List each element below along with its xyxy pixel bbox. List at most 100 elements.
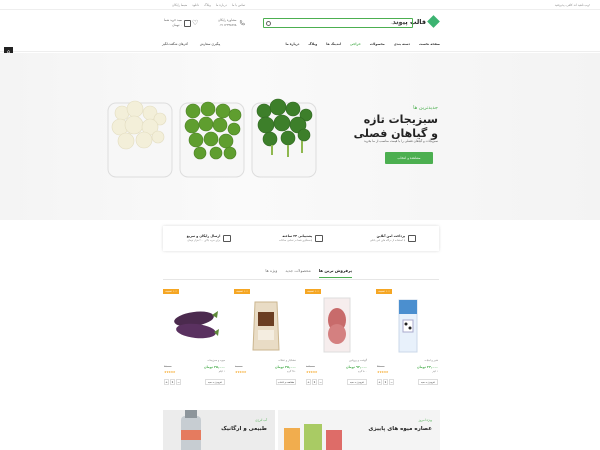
feature-subtitle: با استفاده از درگاه های امن بانکی xyxy=(369,239,406,242)
banner-title: طبیعی و ارگانیک xyxy=(221,426,267,432)
banner-title: عصاره میوه های پاییزی xyxy=(368,426,432,432)
product-price: ۴۵,۰۰۰ تومان xyxy=(274,365,296,369)
tab-bestsellers[interactable]: پرفروش ترین ها xyxy=(318,268,352,278)
support-info: مشاوره رایگان ۰۲۱۱۲۳۴۵۶۷۸ xyxy=(218,18,245,28)
welcome-text: وب ناهید اند کافی، پذیرفتید! xyxy=(554,3,590,7)
minus-icon[interactable]: − xyxy=(176,379,181,385)
product-card[interactable]: ۱۰٪ تخفیف خشکبار و تنقلات ۴۵,۰۰۰ تومان ۵… xyxy=(233,289,298,389)
search-icon[interactable] xyxy=(266,21,271,26)
product-image[interactable] xyxy=(312,294,362,356)
rating-stars-icon: ★★★★★ xyxy=(377,370,388,374)
tab-new-products[interactable]: محصولات جدید xyxy=(285,268,310,278)
minus-icon[interactable]: − xyxy=(389,379,394,385)
product-image[interactable] xyxy=(383,294,433,356)
tab-specials[interactable]: ویژه ها xyxy=(265,268,277,278)
quantity-value: 1 xyxy=(383,379,388,385)
top-link[interactable]: تماس با ما xyxy=(232,3,245,7)
rating-stars-icon: ★★★★★ xyxy=(235,370,246,374)
main-nav: صفحه نخست دسته بندی محصولات حراجی لندینگ… xyxy=(0,38,600,52)
nav-item-about[interactable]: درباره ما xyxy=(286,42,300,46)
add-to-cart-button[interactable]: افزودن به سبد xyxy=(347,379,367,385)
plus-icon[interactable]: + xyxy=(306,379,311,385)
nav-menu: صفحه نخست دسته بندی محصولات حراجی لندینگ… xyxy=(286,42,440,46)
search-input[interactable]: جستجو کنید... xyxy=(263,18,413,28)
product-card[interactable]: ۱۰٪ تخفیف گوشت و پروتئین ۹۲,۰۰۰ تومان ۱۰… xyxy=(304,289,369,389)
nav-item-products[interactable]: محصولات xyxy=(370,42,385,46)
promo-banner-juice[interactable]: ویژه امروز عصاره میوه های پاییزی xyxy=(278,410,440,450)
add-to-cart-button[interactable]: افزودن به سبد xyxy=(205,379,225,385)
product-price: ۲۵,۰۰۰ تومان xyxy=(203,365,225,369)
feature-subtitle: پاسخگوی شما در تمامی ساعات xyxy=(278,239,313,242)
feature-item: ارسال رایگان و سریع برای خرید بالای ۲۰۰ … xyxy=(163,226,255,251)
quantity-value: 1 xyxy=(170,379,175,385)
header: قالب پیوند جستجو کنید... مشاوره رایگان ۰… xyxy=(0,10,600,36)
features-bar: پرداخت امن آنلاین با استفاده از درگاه ها… xyxy=(163,226,439,251)
nav-item-landings[interactable]: لندینگ ها xyxy=(326,42,341,46)
product-category: خشکبار و تنقلات xyxy=(278,359,296,362)
search-placeholder: جستجو کنید... xyxy=(390,21,408,25)
product-image[interactable] xyxy=(241,294,291,356)
product-image[interactable] xyxy=(170,294,220,356)
product-price: ۳۴,۰۰۰ تومان xyxy=(416,365,438,369)
phone-icon xyxy=(239,20,245,26)
add-to-cart-button[interactable]: افزودن به سبد xyxy=(418,379,438,385)
support-icon xyxy=(315,235,324,242)
nav-item-categories[interactable]: دسته بندی xyxy=(394,42,410,46)
quantity-stepper[interactable]: − 1 + xyxy=(164,379,181,385)
product-tabs: پرفروش ترین ها محصولات جدید ویژه ها xyxy=(258,268,352,278)
product-price: ۹۲,۰۰۰ تومان xyxy=(345,365,367,369)
product-unit: ۵۰۰ گرم xyxy=(358,370,367,373)
truck-icon xyxy=(223,235,232,242)
juice-image xyxy=(284,424,342,450)
product-grid: ۱۰٪ تخفیف شیر و لبنیات ۳۴,۰۰۰ تومان ۳۸,۰… xyxy=(162,289,440,389)
cart-total: ۰ تومان xyxy=(172,23,182,27)
rating-stars-icon: ★★★★★ xyxy=(164,370,175,374)
rating-stars-icon: ★★★★★ xyxy=(306,370,317,374)
product-card[interactable]: ۱۰٪ تخفیف میوه و سبزیجات ۲۵,۰۰۰ تومان ۲۸… xyxy=(162,289,227,389)
vegetables-image xyxy=(107,98,317,178)
nav-item-sale[interactable]: حراجی xyxy=(350,42,361,46)
product-old-price: ۱۰۲,۰۰۰ xyxy=(306,365,315,368)
promo-banner-water[interactable]: آب انرژی طبیعی و ارگانیک xyxy=(163,410,275,450)
product-old-price: ۲۸,۰۰۰ xyxy=(164,365,172,368)
track-order-link[interactable]: پیگیری سفارش xyxy=(200,42,221,46)
cart-button[interactable]: سبد خرید شما ۰ تومان xyxy=(164,18,191,28)
top-link[interactable]: درباره ما xyxy=(216,3,227,7)
banner-tag: آب انرژی xyxy=(255,418,267,422)
nav-item-home[interactable]: صفحه نخست xyxy=(419,42,440,46)
plus-icon[interactable]: + xyxy=(164,379,169,385)
feature-item: پرداخت امن آنلاین با استفاده از درگاه ها… xyxy=(347,226,439,251)
top-link[interactable]: وبلاگ xyxy=(204,3,211,7)
feature-subtitle: برای خرید بالای ۲۰۰ هزار تومان xyxy=(187,239,221,242)
nav-item-blog[interactable]: وبلاگ xyxy=(308,42,317,46)
top-link[interactable]: ضبط رایگان xyxy=(172,3,187,7)
product-category: شیر و لبنیات xyxy=(424,359,438,362)
minus-icon[interactable]: − xyxy=(318,379,323,385)
view-options-button[interactable]: مشاهده و انتخاب xyxy=(276,379,296,385)
quantity-stepper[interactable]: − 1 + xyxy=(306,379,323,385)
hero-title-line1: سبزیجات تازه xyxy=(363,113,438,126)
support-phone: ۰۲۱۱۲۳۴۵۶۷۸ xyxy=(218,23,237,27)
product-unit: ۱ کیلو xyxy=(218,370,225,373)
product-old-price: ۳۸,۰۰۰ xyxy=(377,365,385,368)
hero-cta-button[interactable]: مشاهده و انتخاب xyxy=(385,152,433,164)
hero-subtitle: سبزیجات و گیاهان فصلی را با قیمت مناسب ا… xyxy=(364,139,438,143)
cart-icon xyxy=(183,19,191,27)
product-category: میوه و سبزیجات xyxy=(207,359,225,362)
product-old-price: ۵۰,۰۰۰ xyxy=(235,365,243,368)
plus-icon[interactable]: + xyxy=(377,379,382,385)
nav-extra: پیگیری سفارش آفرهای شگفت‌انگیز xyxy=(162,42,220,46)
logo-mark-icon xyxy=(427,15,440,28)
top-links: تماس با ما درباره ما وبلاگ دانلود ضبط را… xyxy=(172,3,245,7)
hero-banner: جدیدترین ها سبزیجات تازه و گیاهان فصلی س… xyxy=(0,53,600,220)
product-card[interactable]: ۱۰٪ تخفیف شیر و لبنیات ۳۴,۰۰۰ تومان ۳۸,۰… xyxy=(375,289,440,389)
quantity-stepper[interactable]: − 1 + xyxy=(377,379,394,385)
top-link[interactable]: دانلود xyxy=(192,3,199,7)
quantity-value: 1 xyxy=(312,379,317,385)
wishlist-heart-icon[interactable]: ♡ xyxy=(192,19,198,27)
feature-item: پشتیبانی ۲۴ ساعته پاسخگوی شما در تمامی س… xyxy=(255,226,347,251)
product-unit: ۲۵۰ گرم xyxy=(287,370,296,373)
payment-icon xyxy=(408,235,417,242)
offers-link[interactable]: آفرهای شگفت‌انگیز xyxy=(162,42,188,46)
top-bar: وب ناهید اند کافی، پذیرفتید! تماس با ما … xyxy=(0,0,600,10)
